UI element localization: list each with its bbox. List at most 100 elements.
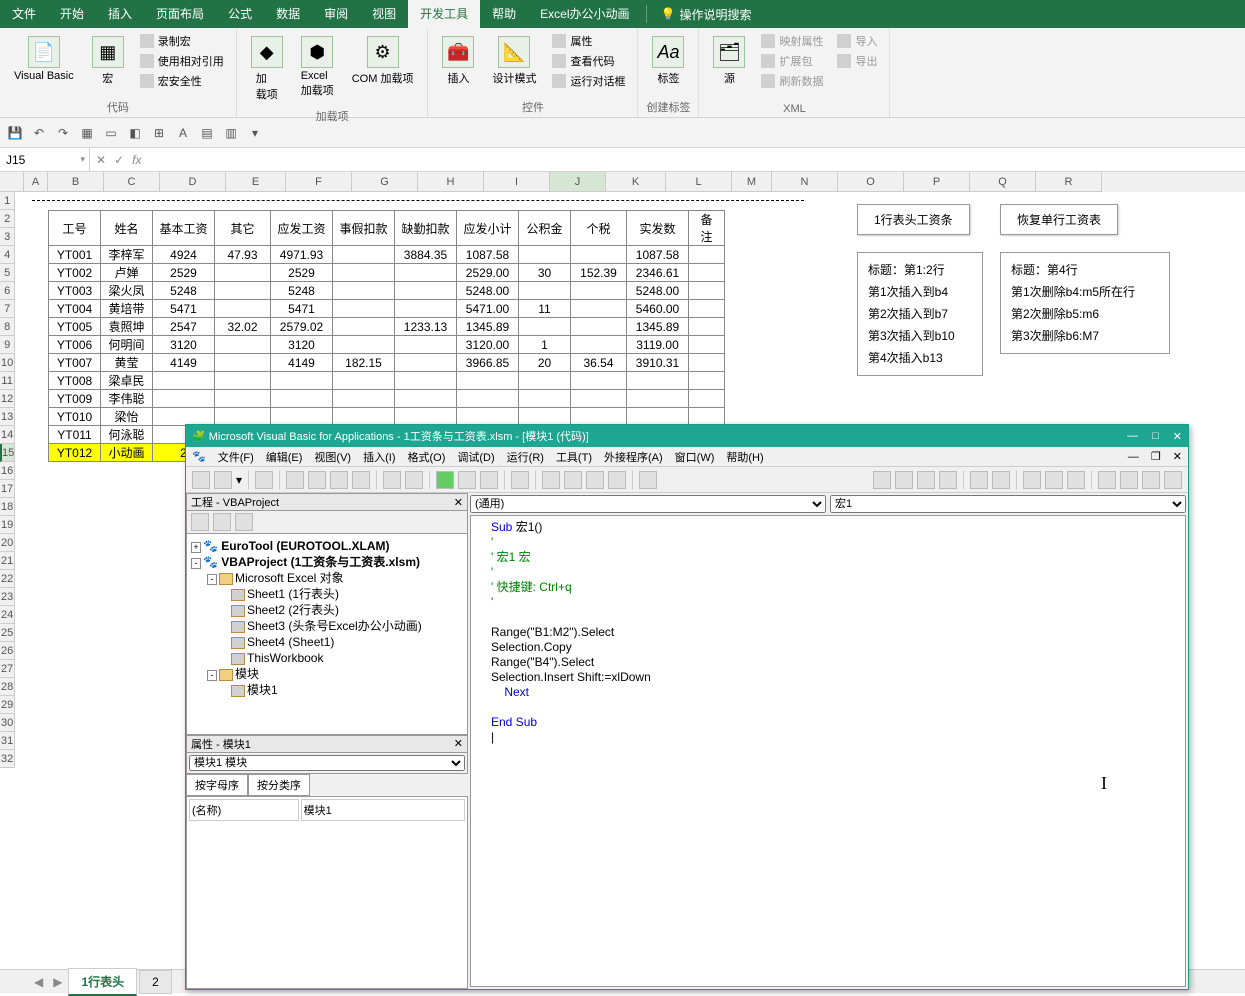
- rowhdr-13[interactable]: 13: [0, 408, 15, 426]
- vba-tb-proj[interactable]: [542, 471, 560, 489]
- cell[interactable]: [215, 372, 271, 390]
- fx-icon[interactable]: fx: [132, 153, 141, 167]
- vba-mdi-restore[interactable]: ❐: [1151, 450, 1161, 463]
- rowhdr-16[interactable]: 16: [0, 462, 15, 480]
- props-tab-alpha[interactable]: 按字母序: [186, 774, 248, 796]
- cell[interactable]: [333, 318, 395, 336]
- enter-icon[interactable]: ✓: [114, 153, 124, 167]
- cell[interactable]: [153, 372, 215, 390]
- tab-review[interactable]: 审阅: [312, 0, 360, 28]
- cell[interactable]: 2529: [153, 264, 215, 282]
- cell[interactable]: [333, 300, 395, 318]
- colhdr-N[interactable]: N: [772, 172, 838, 192]
- vba-tb-r11[interactable]: [1120, 471, 1138, 489]
- colhdr-O[interactable]: O: [838, 172, 904, 192]
- vba-tb-cut[interactable]: [286, 471, 304, 489]
- cell[interactable]: 3120: [271, 336, 333, 354]
- cell[interactable]: [627, 408, 689, 426]
- cell[interactable]: [689, 408, 725, 426]
- rowhdr-10[interactable]: 10: [0, 354, 15, 372]
- code-proc-dropdown[interactable]: 宏1: [830, 495, 1186, 513]
- cell[interactable]: [215, 408, 271, 426]
- vba-tb-r10[interactable]: [1098, 471, 1116, 489]
- table-row[interactable]: YT003梁火凤524852485248.005248.00: [49, 282, 725, 300]
- tab-formula[interactable]: 公式: [216, 0, 264, 28]
- rowhdr-21[interactable]: 21: [0, 552, 15, 570]
- rowhdr-17[interactable]: 17: [0, 480, 15, 498]
- cell[interactable]: [271, 408, 333, 426]
- colhdr-Q[interactable]: Q: [970, 172, 1036, 192]
- cell[interactable]: [689, 372, 725, 390]
- vba-menu-edit[interactable]: 编辑(E): [266, 449, 303, 465]
- vba-tb-r13[interactable]: [1164, 471, 1182, 489]
- vba-menu-run[interactable]: 运行(R): [507, 449, 544, 465]
- save-button[interactable]: 💾: [6, 124, 24, 142]
- cell[interactable]: [333, 246, 395, 264]
- cell[interactable]: [519, 282, 571, 300]
- cell[interactable]: [395, 390, 457, 408]
- vba-tb-r7[interactable]: [1023, 471, 1041, 489]
- cell[interactable]: [333, 372, 395, 390]
- proj-tb-2[interactable]: [213, 513, 231, 531]
- tab-help[interactable]: 帮助: [480, 0, 528, 28]
- redo-button[interactable]: ↷: [54, 124, 72, 142]
- cell[interactable]: [519, 408, 571, 426]
- vba-menu-window[interactable]: 窗口(W): [675, 449, 715, 465]
- cell[interactable]: YT007: [49, 354, 101, 372]
- cell[interactable]: 黄莹: [101, 354, 153, 372]
- cell[interactable]: [215, 390, 271, 408]
- colhdr-B[interactable]: B: [48, 172, 104, 192]
- colhdr-I[interactable]: I: [484, 172, 550, 192]
- name-box[interactable]: J15: [0, 148, 90, 171]
- vba-tb-excel[interactable]: [192, 471, 210, 489]
- cell[interactable]: [689, 318, 725, 336]
- props-tab-cat[interactable]: 按分类序: [248, 774, 310, 796]
- cell[interactable]: [519, 390, 571, 408]
- cell[interactable]: [215, 336, 271, 354]
- cell[interactable]: 3120.00: [457, 336, 519, 354]
- rowhdr-22[interactable]: 22: [0, 570, 15, 588]
- colhdr-L[interactable]: L: [666, 172, 732, 192]
- vba-menu-help[interactable]: 帮助(H): [726, 449, 763, 465]
- table-row[interactable]: YT007黄莹41494149182.153966.852036.543910.…: [49, 354, 725, 372]
- cell[interactable]: [333, 390, 395, 408]
- vba-tb-paste[interactable]: [330, 471, 348, 489]
- cell[interactable]: [153, 408, 215, 426]
- tab-layout[interactable]: 页面布局: [144, 0, 216, 28]
- rowhdr-25[interactable]: 25: [0, 624, 15, 642]
- cell[interactable]: 3119.00: [627, 336, 689, 354]
- cell[interactable]: [571, 246, 627, 264]
- table-row[interactable]: YT006何明间312031203120.0013119.00: [49, 336, 725, 354]
- cell[interactable]: 2346.61: [627, 264, 689, 282]
- rowhdr-3[interactable]: 3: [0, 228, 15, 246]
- cell[interactable]: [689, 264, 725, 282]
- colhdr-R[interactable]: R: [1036, 172, 1102, 192]
- cell[interactable]: 梁怡: [101, 408, 153, 426]
- cell[interactable]: 4149: [271, 354, 333, 372]
- colhdr-F[interactable]: F: [286, 172, 352, 192]
- cell[interactable]: 3966.85: [457, 354, 519, 372]
- tab-view[interactable]: 视图: [360, 0, 408, 28]
- tab-developer[interactable]: 开发工具: [408, 0, 480, 28]
- cell[interactable]: 5471.00: [457, 300, 519, 318]
- rowhdr-14[interactable]: 14: [0, 426, 15, 444]
- rowhdr-7[interactable]: 7: [0, 300, 15, 318]
- cell[interactable]: [333, 264, 395, 282]
- table-row[interactable]: YT009李伟聪: [49, 390, 725, 408]
- qat-btn5[interactable]: ▭: [102, 124, 120, 142]
- cell[interactable]: 1087.58: [457, 246, 519, 264]
- cell[interactable]: 黄培带: [101, 300, 153, 318]
- cell[interactable]: [215, 300, 271, 318]
- vba-tb-undo[interactable]: [383, 471, 401, 489]
- props-close-icon[interactable]: ✕: [454, 737, 463, 750]
- proj-tb-3[interactable]: [235, 513, 253, 531]
- vba-tb-design[interactable]: [511, 471, 529, 489]
- minimize-icon[interactable]: —: [1127, 430, 1138, 443]
- cell[interactable]: [395, 354, 457, 372]
- cell[interactable]: 1345.89: [457, 318, 519, 336]
- close-icon[interactable]: ✕: [1173, 430, 1182, 443]
- cell[interactable]: 2529: [271, 264, 333, 282]
- rowhdr-27[interactable]: 27: [0, 660, 15, 678]
- cell[interactable]: [627, 372, 689, 390]
- cell[interactable]: [395, 264, 457, 282]
